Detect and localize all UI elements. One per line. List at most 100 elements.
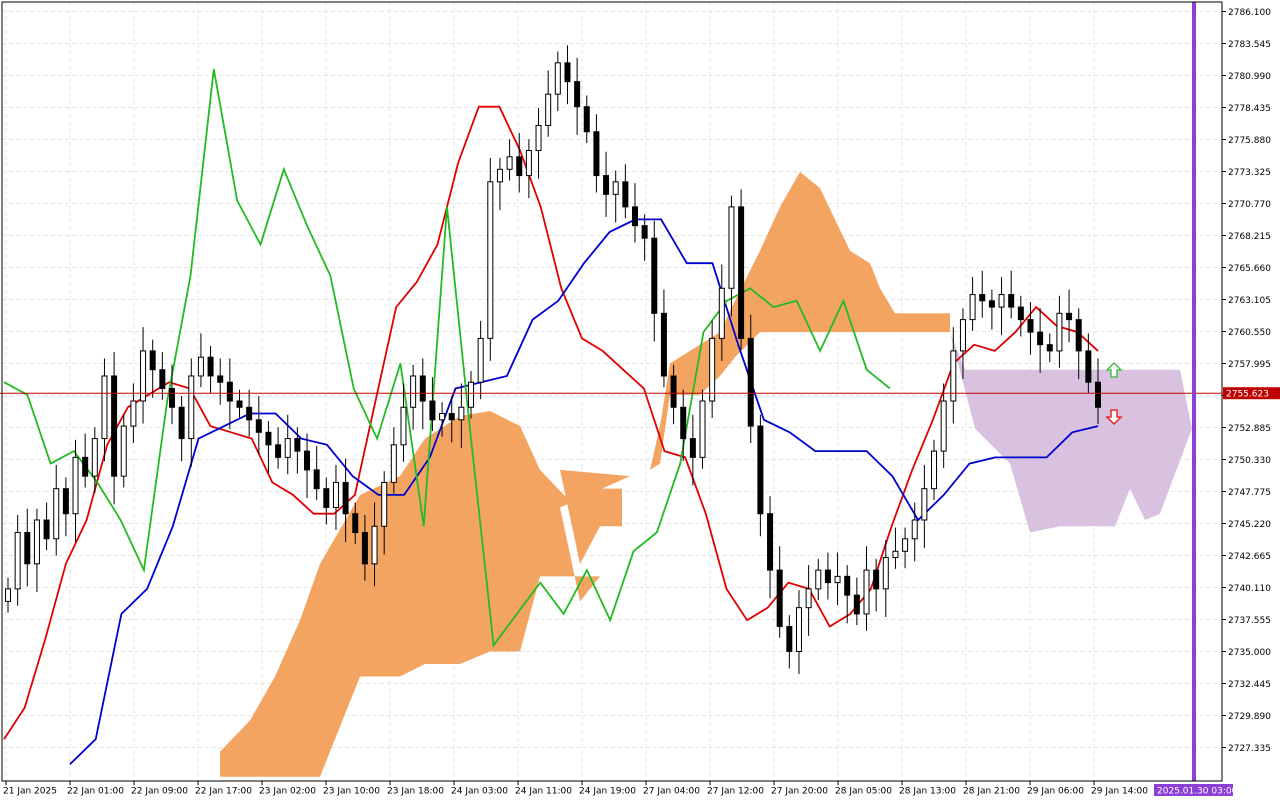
- candle-body: [545, 93, 552, 126]
- candle-body: [323, 488, 330, 508]
- candle-body: [381, 481, 388, 527]
- candle-body: [410, 375, 417, 408]
- y-tick-label: 2732.445: [1228, 680, 1271, 690]
- candle-body: [940, 400, 947, 452]
- candle-body: [622, 181, 629, 208]
- candle-body: [631, 206, 638, 227]
- candle-body: [1027, 319, 1034, 333]
- candle-body: [815, 569, 822, 590]
- candle-body: [284, 438, 291, 458]
- candle-body: [294, 438, 301, 452]
- candle-body: [487, 181, 494, 339]
- x-tick-label: 22 Jan 17:00: [195, 787, 252, 797]
- current-price-label: 2755.623: [1226, 390, 1269, 400]
- candle-body: [62, 488, 69, 515]
- candle-body: [863, 569, 870, 615]
- x-tick-label: 28 Jan 05:00: [835, 787, 892, 797]
- candle-body: [988, 300, 995, 308]
- candle-body: [853, 594, 860, 615]
- candle-body: [979, 294, 986, 302]
- y-tick-label: 2768.215: [1228, 232, 1271, 242]
- x-tick-label: 28 Jan 21:00: [963, 787, 1020, 797]
- x-tick-label: 24 Jan 19:00: [579, 787, 636, 797]
- candle-body: [197, 356, 204, 377]
- candle-body: [111, 375, 118, 477]
- candle-body: [699, 400, 706, 458]
- x-tick-label: 27 Jan 04:00: [643, 787, 700, 797]
- candle-body: [902, 538, 909, 552]
- candle-body: [786, 625, 793, 652]
- candle-body: [882, 557, 889, 590]
- y-tick-label: 2742.665: [1228, 552, 1271, 562]
- candle-body: [130, 400, 137, 427]
- candle-body: [535, 124, 542, 152]
- candle-body: [1075, 319, 1082, 352]
- candle-body: [1085, 350, 1092, 383]
- candle-body: [728, 206, 735, 289]
- candle-body: [795, 607, 802, 652]
- candle-body: [1008, 294, 1015, 308]
- y-tick-label: 2735.000: [1228, 648, 1271, 658]
- candle-body: [564, 62, 571, 83]
- candle-body: [844, 575, 851, 596]
- candle-body: [670, 375, 677, 408]
- candle-body: [246, 406, 253, 421]
- candle-body: [14, 532, 21, 590]
- y-tick-label: 2773.325: [1228, 168, 1271, 178]
- candle-body: [660, 312, 667, 377]
- x-tick-label: 23 Jan 18:00: [387, 787, 444, 797]
- y-tick-label: 2740.110: [1228, 584, 1271, 594]
- candle-body: [612, 181, 619, 195]
- y-tick-label: 2775.880: [1228, 136, 1271, 146]
- candle-body: [506, 156, 513, 170]
- y-tick-label: 2727.335: [1228, 744, 1271, 754]
- candle-body: [159, 369, 166, 389]
- candle-body: [583, 106, 590, 133]
- y-tick-label: 2763.105: [1228, 296, 1271, 306]
- candle-body: [1017, 306, 1024, 321]
- y-tick-label: 2752.885: [1228, 424, 1271, 434]
- y-tick-label: 2780.990: [1228, 72, 1271, 82]
- candle-body: [767, 513, 774, 571]
- y-tick-label: 2747.775: [1228, 488, 1271, 498]
- y-tick-label: 2778.435: [1228, 104, 1271, 114]
- candle-body: [873, 569, 880, 590]
- ichimoku-chart[interactable]: 2786.100 2783.545 2780.990 2778.435 2775.880…: [0, 0, 1280, 800]
- y-tick-label: 2760.550: [1228, 328, 1271, 338]
- candle-body: [1056, 312, 1063, 352]
- candle-body: [82, 456, 89, 477]
- y-tick-label: 2737.555: [1228, 616, 1271, 626]
- candle-body: [776, 569, 783, 627]
- candle-body: [236, 400, 243, 408]
- candle-body: [168, 387, 175, 408]
- candle-body: [400, 406, 407, 446]
- candle-body: [255, 419, 262, 433]
- candle-body: [352, 513, 359, 534]
- chart-window[interactable]: 2786.100 2783.545 2780.990 2778.435 2775.880…: [0, 0, 1280, 800]
- candle-body: [149, 350, 156, 371]
- candle-body: [921, 488, 928, 521]
- candle-body: [332, 481, 339, 508]
- candle-body: [458, 406, 465, 421]
- x-tick-label: 27 Jan 12:00: [707, 787, 764, 797]
- candle-body: [496, 168, 503, 183]
- y-tick-label: 2786.100: [1228, 8, 1271, 18]
- x-tick-label: 28 Jan 13:00: [899, 787, 956, 797]
- x-tick-label: 24 Jan 03:00: [451, 787, 508, 797]
- candle-body: [747, 337, 754, 427]
- y-tick-label: 2745.220: [1228, 520, 1271, 530]
- candle-body: [931, 450, 938, 490]
- candle-body: [226, 381, 233, 402]
- x-tick-label: 22 Jan 09:00: [131, 787, 188, 797]
- candle-body: [998, 294, 1005, 308]
- cursor-date-label: 2025.01.30 03:00: [1157, 787, 1238, 797]
- candle-body: [178, 406, 185, 440]
- candle-body: [361, 532, 368, 565]
- candle-body: [91, 438, 98, 477]
- x-tick-label: 24 Jan 11:00: [515, 787, 572, 797]
- x-tick-label: 29 Jan 14:00: [1091, 787, 1148, 797]
- candle-body: [1046, 344, 1053, 352]
- candle-body: [525, 150, 532, 177]
- current-price-tag: 2755.623: [1223, 387, 1280, 400]
- x-tick-label: 27 Jan 20:00: [771, 787, 828, 797]
